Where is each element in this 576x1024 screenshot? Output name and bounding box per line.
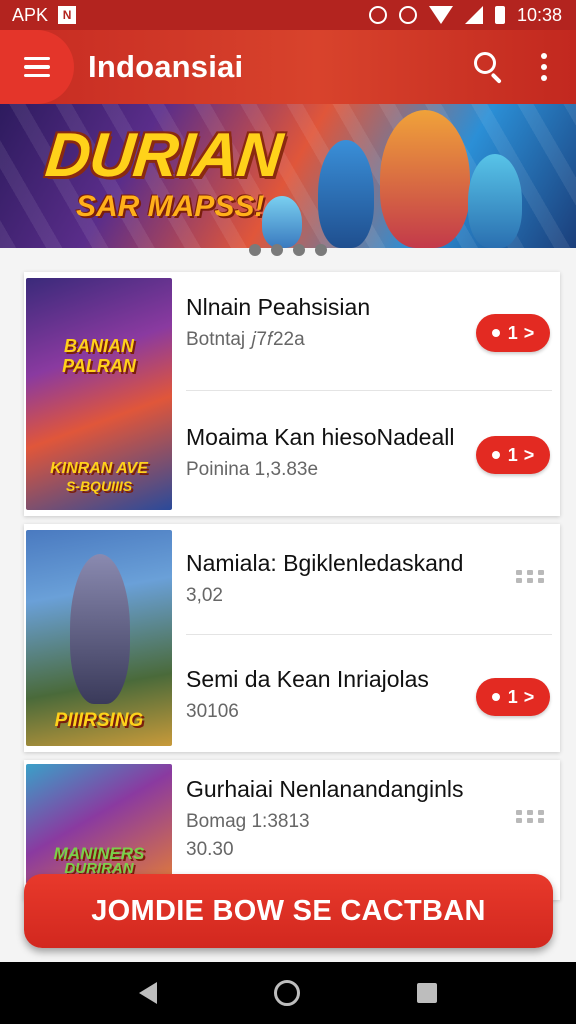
menu-icon (24, 56, 50, 61)
status-left: APK N (12, 4, 77, 26)
item-subtitle: 3,02 (186, 585, 223, 606)
search-handle (490, 72, 502, 84)
thumb-title: PIIIRSING (54, 710, 144, 731)
notification-icon: N (58, 6, 77, 24)
more-dot (541, 75, 547, 81)
game-card-1: BANIAN PALRAN KINRAN AVE S-BQUIIIS Nlnai… (24, 272, 560, 516)
thumb-hero (70, 554, 130, 704)
cta-button[interactable]: JOMDIE BOW SE CACTBAN (24, 874, 553, 948)
banner-dot[interactable] (271, 244, 283, 256)
banner-dot[interactable] (249, 244, 261, 256)
item-title: Namiala: Bgiklenledaskand (186, 550, 464, 576)
chevron-right-icon: > (523, 322, 535, 343)
banner-dot[interactable] (315, 244, 327, 256)
play-button[interactable]: 1 > (476, 678, 550, 716)
drag-handle-icon[interactable] (516, 810, 546, 824)
chevron-right-icon: > (523, 444, 535, 465)
banner-hero-4 (262, 196, 302, 248)
item-subtitle: Bomag 1:3813 (186, 811, 310, 832)
status-right: 10:38 (368, 4, 562, 26)
wifi-icon (428, 6, 453, 24)
play-dot-icon (491, 693, 500, 701)
promo-banner[interactable]: DURIAN SAR MAPSS! (0, 104, 576, 248)
app-bar: Indoansiai (0, 30, 576, 104)
item-title: Gurhaiai Nenlanandanginls (186, 776, 464, 802)
more-dot (541, 53, 547, 59)
banner-hero-3 (468, 154, 522, 248)
thumb-title: BANIAN (64, 336, 134, 356)
divider (186, 390, 552, 391)
vibrate-icon (398, 6, 417, 24)
banner-indicator (0, 244, 576, 262)
app-title: Indoansiai (88, 49, 244, 84)
thumb-title: KINRAN AVE (50, 460, 148, 477)
system-nav-bar (0, 962, 576, 1024)
search-lens (474, 52, 496, 74)
chevron-right-icon: > (523, 686, 535, 707)
home-icon[interactable] (273, 980, 300, 1006)
list-item[interactable]: Gurhaiai Nenlanandanginls Bomag 1:3813 3… (186, 776, 556, 861)
back-icon[interactable] (138, 982, 157, 1004)
recents-icon[interactable] (417, 983, 438, 1003)
banner-subtitle: SAR MAPSS! (76, 190, 265, 223)
search-icon[interactable] (472, 50, 506, 84)
game-thumbnail-1[interactable]: BANIAN PALRAN KINRAN AVE S-BQUIIIS (26, 278, 172, 510)
divider (186, 634, 552, 635)
more-icon[interactable] (534, 53, 554, 81)
menu-icon-line (24, 65, 50, 69)
game-thumbnail-3[interactable]: MANINERS DURIRAN (26, 764, 172, 884)
thumb-title: S-BQUIIIS (65, 478, 133, 494)
menu-button[interactable] (0, 30, 74, 104)
play-dot-icon (491, 329, 500, 337)
more-dot (541, 64, 547, 70)
list-item[interactable]: Namiala: Bgiklenledaskand 3,02 (186, 550, 556, 607)
banner-title: DURIAN (42, 121, 285, 190)
play-button[interactable]: 1 > (476, 314, 550, 352)
drag-handle-icon[interactable] (516, 570, 546, 584)
banner-hero-2 (380, 110, 470, 248)
signal-icon (464, 6, 483, 24)
play-dot-icon (491, 451, 500, 459)
play-button[interactable]: 1 > (476, 436, 550, 474)
item-subtitle-2: 30.30 (186, 839, 234, 860)
game-card-2: PIIIRSING Namiala: Bgiklenledaskand 3,02… (24, 524, 560, 752)
game-thumbnail-2[interactable]: PIIIRSING (26, 530, 172, 746)
alarm-icon (368, 6, 387, 24)
carrier-label: APK (12, 4, 49, 25)
banner-hero-1 (318, 140, 374, 248)
battery-icon (494, 6, 505, 24)
thumb-title: PALRAN (62, 356, 136, 376)
status-bar: APK N 10:38 (0, 0, 576, 30)
clock: 10:38 (516, 4, 562, 25)
banner-dot[interactable] (293, 244, 305, 256)
menu-icon-line (24, 73, 50, 78)
